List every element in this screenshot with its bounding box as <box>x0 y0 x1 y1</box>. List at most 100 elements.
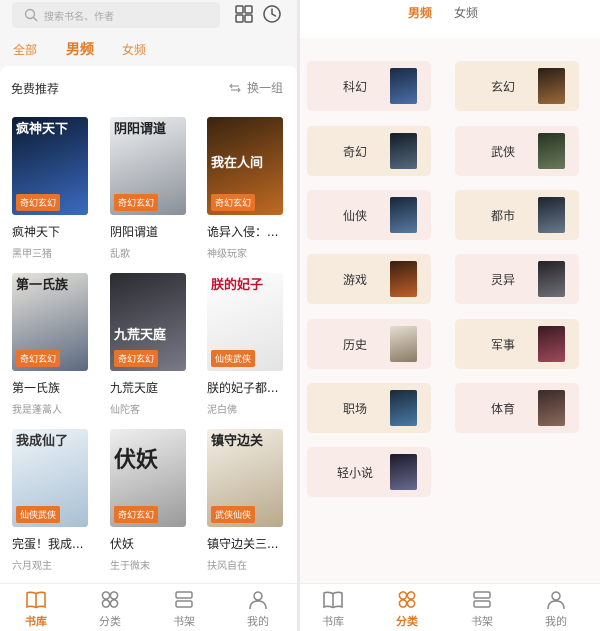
nav-item-bookshelf[interactable]: 书架 <box>457 590 507 629</box>
book-title: 诡异入侵：... <box>207 225 279 239</box>
book-author: 神级玩家 <box>207 249 247 260</box>
tab-female[interactable]: 女频 <box>122 41 146 58</box>
cover-text: 九荒天庭 <box>114 328 167 343</box>
book-title: 九荒天庭 <box>110 381 159 395</box>
book-item[interactable]: 镇守边关 武侠仙侠 镇守边关三... 扶风自在 <box>207 429 283 572</box>
category-thumbnail <box>390 133 417 169</box>
category-item[interactable]: 灵异 <box>455 254 579 304</box>
book-title: 朕的妃子都... <box>207 381 279 395</box>
nav-label: 我的 <box>247 615 269 628</box>
book-cover: 镇守边关 武侠仙侠 <box>207 429 283 527</box>
category-thumbnail <box>538 261 565 297</box>
nav-label: 我的 <box>545 615 567 628</box>
category-label: 体育 <box>491 402 516 416</box>
profile-icon <box>249 591 267 610</box>
book-cover: 第一氏族 奇幻玄幻 <box>12 273 88 371</box>
category-thumbnail <box>390 390 417 426</box>
category-item[interactable]: 轻小说 <box>307 447 431 497</box>
category-label: 科幻 <box>343 80 368 94</box>
book-cover: 疯神天下 奇幻玄幻 <box>12 117 88 215</box>
nav-label: 书库 <box>322 615 344 628</box>
book-title: 伏妖 <box>110 537 135 551</box>
book-title: 疯神天下 <box>12 225 61 239</box>
refresh-button[interactable]: 换一组 <box>229 79 283 96</box>
book-icon <box>323 591 343 609</box>
category-item[interactable]: 游戏 <box>307 254 431 304</box>
genre-tag: 奇幻玄幻 <box>211 194 256 211</box>
category-grid: 科幻 玄幻 奇幻 武侠 仙侠 都市 游戏 灵异 历史 军事 职场 体育 轻小说 <box>300 38 600 583</box>
genre-tag: 奇幻玄幻 <box>16 350 61 367</box>
category-label: 灵异 <box>491 273 516 287</box>
tab-all[interactable]: 全部 <box>13 41 37 58</box>
category-item[interactable]: 历史 <box>307 319 431 369</box>
category-label: 游戏 <box>343 273 368 287</box>
book-author: 生于微末 <box>110 561 150 572</box>
category-label: 奇幻 <box>343 145 368 159</box>
category-label: 职场 <box>343 402 368 416</box>
gender-tabs: 全部 男频 女频 <box>0 38 297 60</box>
book-item[interactable]: 伏妖 奇幻玄幻 伏妖 生于微末 <box>110 429 186 572</box>
book-cover: 朕的妃子 仙侠武侠 <box>207 273 283 371</box>
book-title: 阴阳谓道 <box>110 225 159 239</box>
cover-text: 伏妖 <box>114 448 159 473</box>
category-item[interactable]: 体育 <box>455 383 579 433</box>
category-thumbnail <box>538 133 565 169</box>
book-item[interactable]: 疯神天下 奇幻玄幻 疯神天下 黑甲三猪 <box>12 117 88 260</box>
library-screen: 搜索书名、作者 全部 男频 女频 免费推荐 换一组 疯神天下 奇幻玄幻 疯神天下 … <box>0 0 297 631</box>
nav-item-library[interactable]: 书库 <box>11 590 61 629</box>
bottom-nav: 书库 分类 书架 我的 <box>300 583 600 631</box>
refresh-label: 换一组 <box>246 81 283 95</box>
book-author: 泥白佛 <box>207 405 237 416</box>
book-item[interactable]: 我成仙了 仙侠武侠 完蛋！我成... 六月观主 <box>12 429 88 572</box>
tab-male[interactable]: 男频 <box>408 4 432 21</box>
book-author: 仙陀客 <box>110 405 140 416</box>
category-thumbnail <box>538 197 565 233</box>
category-item[interactable]: 军事 <box>455 319 579 369</box>
search-bar[interactable]: 搜索书名、作者 <box>12 2 220 28</box>
category-label: 轻小说 <box>337 466 374 480</box>
genre-tag: 奇幻玄幻 <box>114 350 159 367</box>
category-item[interactable]: 武侠 <box>455 126 579 176</box>
nav-item-profile[interactable]: 我的 <box>233 590 283 629</box>
category-item[interactable]: 仙侠 <box>307 190 431 240</box>
category-thumbnail <box>390 197 417 233</box>
book-author: 我是蓬蒿人 <box>12 405 62 416</box>
bookshelf-icon <box>473 591 491 608</box>
category-item[interactable]: 科幻 <box>307 61 431 111</box>
tab-female[interactable]: 女频 <box>454 4 478 21</box>
book-item[interactable]: 第一氏族 奇幻玄幻 第一氏族 我是蓬蒿人 <box>12 273 88 416</box>
cover-text: 我成仙了 <box>16 434 69 449</box>
category-item[interactable]: 奇幻 <box>307 126 431 176</box>
category-thumbnail <box>390 261 417 297</box>
gender-tabs: 男频 女频 <box>300 0 600 38</box>
book-item[interactable]: 阴阳谓道 奇幻玄幻 阴阳谓道 乱歌 <box>110 117 186 260</box>
history-clock-icon[interactable] <box>262 4 282 24</box>
nav-label: 书架 <box>173 615 195 628</box>
category-item[interactable]: 玄幻 <box>455 61 579 111</box>
category-item[interactable]: 职场 <box>307 383 431 433</box>
genre-tag: 奇幻玄幻 <box>16 194 61 211</box>
category-label: 武侠 <box>491 145 516 159</box>
grid-icon[interactable] <box>234 4 254 24</box>
nav-item-profile[interactable]: 我的 <box>531 590 581 629</box>
category-label: 历史 <box>343 338 368 352</box>
nav-item-library[interactable]: 书库 <box>308 590 358 629</box>
nav-item-category[interactable]: 分类 <box>382 590 432 629</box>
category-label: 都市 <box>491 209 516 223</box>
category-thumbnail <box>538 390 565 426</box>
book-cover: 九荒天庭 奇幻玄幻 <box>110 273 186 371</box>
book-title: 完蛋！我成... <box>12 537 84 551</box>
book-item[interactable]: 我在人间 奇幻玄幻 诡异入侵：... 神级玩家 <box>207 117 283 260</box>
book-item[interactable]: 九荒天庭 奇幻玄幻 九荒天庭 仙陀客 <box>110 273 186 416</box>
nav-item-bookshelf[interactable]: 书架 <box>159 590 209 629</box>
book-author: 黑甲三猪 <box>12 249 52 260</box>
nav-item-category[interactable]: 分类 <box>85 590 135 629</box>
category-item[interactable]: 都市 <box>455 190 579 240</box>
category-label: 仙侠 <box>343 209 368 223</box>
book-icon <box>26 591 46 609</box>
book-item[interactable]: 朕的妃子 仙侠武侠 朕的妃子都... 泥白佛 <box>207 273 283 416</box>
profile-icon <box>547 591 565 610</box>
tab-male[interactable]: 男频 <box>66 39 94 59</box>
free-recommend-section: 免费推荐 换一组 疯神天下 奇幻玄幻 疯神天下 黑甲三猪 阴阳谓道 奇幻玄幻 阴阳谓… <box>0 66 297 586</box>
book-author: 扶风自在 <box>207 561 247 572</box>
